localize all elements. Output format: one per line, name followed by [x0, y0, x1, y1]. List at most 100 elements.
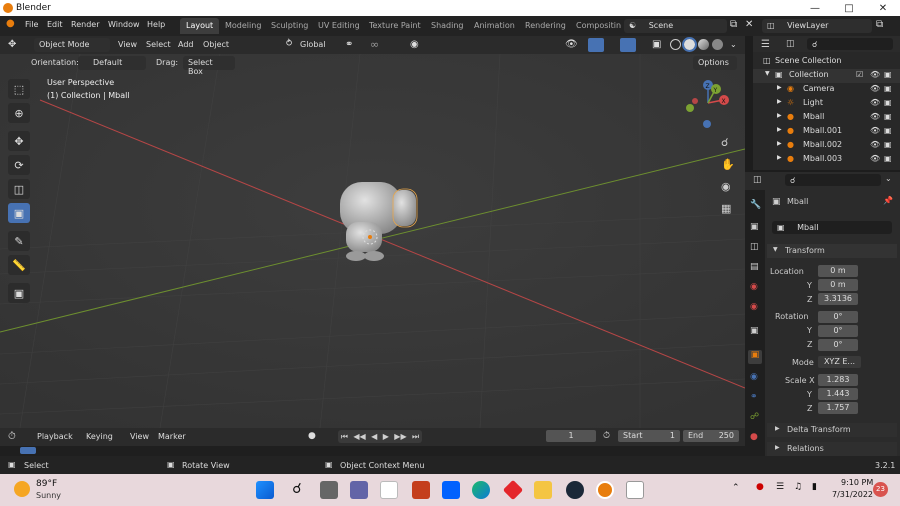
- rotation-x-field[interactable]: 0°: [818, 311, 858, 323]
- tab-uv-editing[interactable]: UV Editing: [312, 18, 366, 34]
- tab-compositing[interactable]: Compositin: [570, 18, 627, 34]
- pin-icon[interactable]: 📌: [883, 196, 893, 205]
- drag-dropdown[interactable]: Select Box: [183, 56, 235, 76]
- collapse-icon[interactable]: ▼: [765, 70, 770, 77]
- scale-tool-button[interactable]: ◫: [8, 179, 30, 199]
- transform-tool-button[interactable]: ▣: [8, 203, 30, 223]
- red-app-icon[interactable]: [502, 479, 524, 501]
- play-icon[interactable]: ▶: [383, 432, 389, 441]
- tray-app-icon[interactable]: ●: [756, 482, 764, 492]
- location-y-field[interactable]: 0 m: [818, 279, 858, 291]
- annotate-tool-button[interactable]: ✎: [8, 231, 30, 251]
- clock-date[interactable]: 7/31/2022: [832, 490, 873, 499]
- blender-menu-icon[interactable]: ●: [6, 18, 15, 29]
- 3d-viewport[interactable]: User Perspective (1) Collection | Mball …: [0, 54, 745, 428]
- object-name-field[interactable]: ▣ Mball: [772, 221, 892, 234]
- volume-icon[interactable]: ♫: [794, 482, 802, 492]
- location-z-field[interactable]: 3.3136: [818, 293, 858, 305]
- menu-edit[interactable]: Edit: [47, 20, 63, 29]
- ortho-grid-icon[interactable]: ▦: [721, 202, 731, 215]
- xray-icon[interactable]: ▣: [652, 39, 661, 50]
- tray-chevron-icon[interactable]: ⌃: [732, 483, 740, 493]
- timeline-menu-playback[interactable]: Playback: [37, 432, 73, 441]
- outliner-collection[interactable]: ▼ ▣ Collection ☑ 👁 ▣: [753, 69, 900, 83]
- rendered-shading-icon[interactable]: [712, 39, 723, 50]
- outliner-scene-collection[interactable]: ◫ Scene Collection: [753, 55, 900, 69]
- solid-shading-icon[interactable]: [682, 37, 697, 52]
- office-icon[interactable]: [412, 481, 430, 499]
- render-tab-icon[interactable]: ▣: [750, 222, 759, 232]
- transform-panel-header[interactable]: ▼ Transform: [767, 244, 897, 258]
- preview-range-icon[interactable]: ⏱: [603, 431, 610, 441]
- transform-orientation-icon[interactable]: ⥁: [286, 39, 292, 49]
- play-reverse-icon[interactable]: ◀: [371, 432, 377, 441]
- wireframe-shading-icon[interactable]: [670, 39, 681, 50]
- outliner-item[interactable]: ▶ ● Mball.002 👁 ▣: [753, 139, 900, 153]
- location-x-field[interactable]: 0 m: [818, 265, 858, 277]
- expand-icon[interactable]: ▶: [777, 98, 782, 105]
- timeline-menu-marker[interactable]: Marker: [158, 432, 186, 441]
- world-tab-icon[interactable]: ◉: [750, 302, 758, 312]
- tab-animation[interactable]: Animation: [468, 18, 521, 34]
- timeline-menu-keying[interactable]: Keying: [86, 432, 113, 441]
- search-icon[interactable]: ☌: [288, 481, 306, 499]
- blender-taskbar-icon[interactable]: [596, 481, 614, 499]
- rotation-z-field[interactable]: 0°: [818, 339, 858, 351]
- start-windows-icon[interactable]: [256, 481, 274, 499]
- shading-options-icon[interactable]: ⌄: [730, 40, 737, 49]
- clock-time[interactable]: 9:10 PM: [841, 478, 873, 487]
- visibility-eye-icon[interactable]: 👁: [870, 84, 880, 93]
- jump-end-icon[interactable]: ⏭: [412, 432, 419, 442]
- new-viewlayer-icon[interactable]: ⧉: [876, 19, 883, 30]
- checkbox-icon[interactable]: ☑: [856, 70, 863, 79]
- material-tab-icon[interactable]: ●: [750, 432, 758, 442]
- visibility-eye-icon[interactable]: 👁: [870, 140, 880, 149]
- visibility-eye-icon[interactable]: 👁: [870, 70, 880, 79]
- start-frame-field[interactable]: Start 1: [618, 430, 680, 442]
- visibility-eye-icon[interactable]: 👁: [870, 98, 880, 107]
- tool-tab-icon[interactable]: 🔧: [750, 200, 761, 210]
- tab-modeling[interactable]: Modeling: [219, 18, 267, 34]
- tab-layout[interactable]: Layout: [180, 18, 220, 34]
- next-keyframe-icon[interactable]: ▶▶: [394, 432, 406, 441]
- pan-hand-icon[interactable]: ✋: [721, 158, 735, 171]
- edge-icon[interactable]: [472, 481, 490, 499]
- mode-selector[interactable]: Object Mode: [34, 38, 110, 52]
- render-camera-icon[interactable]: ▣: [884, 84, 892, 93]
- visibility-eye-icon[interactable]: 👁: [870, 126, 880, 135]
- timeline-menu-view[interactable]: View: [130, 432, 149, 441]
- playhead[interactable]: [20, 447, 36, 454]
- outliner-item[interactable]: ▶ ☼ Light 👁 ▣: [753, 97, 900, 111]
- object-tab-icon[interactable]: ▣: [748, 350, 762, 364]
- expand-icon[interactable]: ▶: [777, 126, 782, 133]
- outliner-item[interactable]: ▶ ● Mball.001 👁 ▣: [753, 125, 900, 139]
- outliner-item[interactable]: ▶ ◉ Camera 👁 ▣: [753, 83, 900, 97]
- end-frame-field[interactable]: End 250: [683, 430, 739, 442]
- outliner-item[interactable]: ▶ ● Mball 👁 ▣: [753, 111, 900, 125]
- render-camera-icon[interactable]: ▣: [884, 140, 892, 149]
- pivot-icon[interactable]: ⚭: [345, 39, 353, 50]
- task-view-icon[interactable]: [320, 481, 338, 499]
- physics-tab-icon[interactable]: ⚭: [750, 392, 758, 402]
- expand-icon[interactable]: ▶: [777, 84, 782, 91]
- menu-window[interactable]: Window: [108, 20, 140, 29]
- constraint-tab-icon[interactable]: ☍: [750, 412, 759, 422]
- snap-icon[interactable]: ∞: [370, 38, 379, 51]
- chat-icon[interactable]: [350, 481, 368, 499]
- battery-icon[interactable]: ▮: [812, 482, 817, 492]
- properties-editor-icon[interactable]: ◫: [753, 175, 762, 185]
- delta-transform-header[interactable]: ▶ Delta Transform: [767, 423, 897, 437]
- menu-add[interactable]: Add: [178, 40, 194, 49]
- menu-object[interactable]: Object: [203, 40, 229, 49]
- rotation-y-field[interactable]: 0°: [818, 325, 858, 337]
- tab-sculpting[interactable]: Sculpting: [265, 18, 314, 34]
- steam-icon[interactable]: [566, 481, 584, 499]
- collection-tab-icon[interactable]: ▣: [750, 326, 759, 336]
- weather-sun-icon[interactable]: [14, 481, 30, 497]
- properties-search-input[interactable]: ☌: [785, 174, 881, 186]
- dropbox-icon[interactable]: [442, 481, 460, 499]
- visibility-eye-icon[interactable]: 👁: [870, 154, 880, 163]
- cursor-tool-button[interactable]: ⊕: [8, 103, 30, 123]
- render-camera-icon[interactable]: ▣: [884, 154, 892, 163]
- close-button[interactable]: ✕: [866, 0, 900, 16]
